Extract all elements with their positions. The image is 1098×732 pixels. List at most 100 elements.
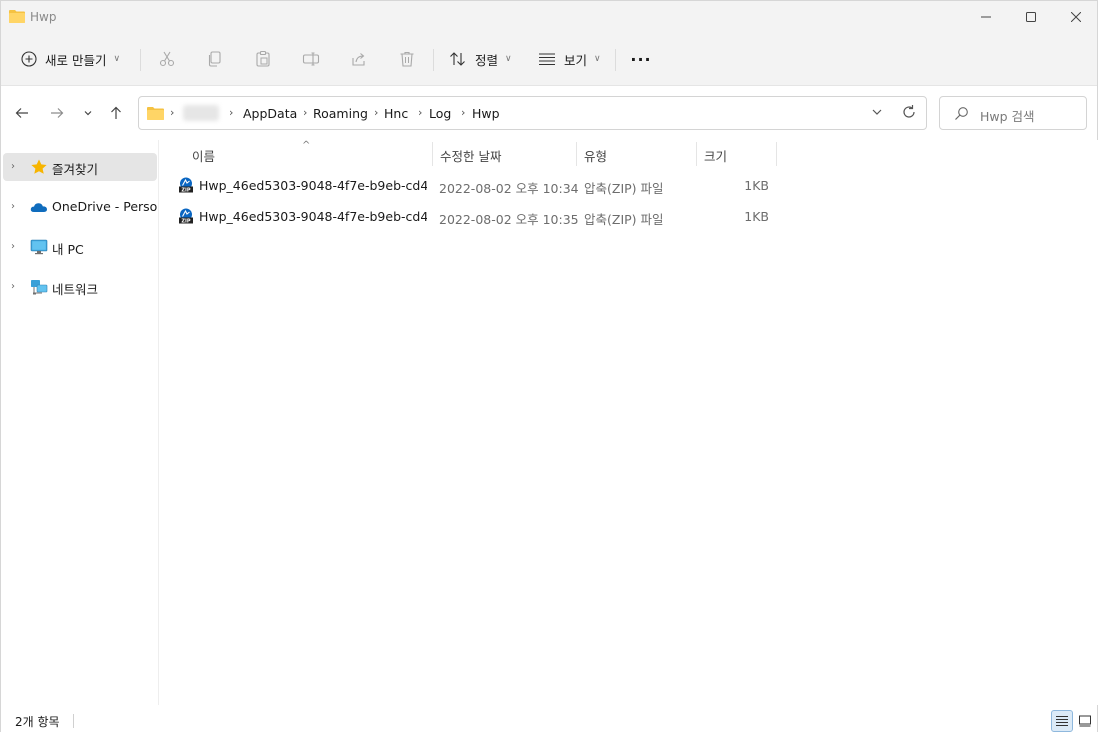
breadcrumb-appdata[interactable]: AppData <box>243 106 297 121</box>
navigation-row: › › AppData › Roaming › Hnc › Log › Hwp … <box>1 86 1097 140</box>
rename-icon <box>302 52 320 66</box>
breadcrumb-separator: › <box>461 106 466 119</box>
chevron-down-icon: ∨ <box>113 54 121 64</box>
sort-icon <box>450 52 465 66</box>
breadcrumb-log[interactable]: Log <box>429 106 451 121</box>
plus-circle-icon <box>21 51 37 67</box>
chevron-right-icon[interactable]: › <box>11 201 15 212</box>
trash-icon <box>400 51 414 67</box>
separator <box>73 714 74 728</box>
column-header-size[interactable]: 크기 <box>697 140 777 166</box>
arrow-left-icon <box>15 108 28 118</box>
chevron-right-icon[interactable]: › <box>11 281 15 292</box>
scissors-icon <box>159 51 175 67</box>
view-button[interactable]: 보기 ∨ <box>538 44 601 74</box>
recent-locations-button[interactable] <box>77 102 99 124</box>
file-type: 압축(ZIP) 파일 <box>584 212 664 227</box>
tiles-view-icon <box>1079 715 1091 727</box>
copy-button[interactable] <box>202 46 228 72</box>
sidebar-item-this-pc[interactable]: › 내 PC <box>3 233 157 261</box>
window-title: Hwp <box>30 10 57 24</box>
monitor-icon <box>30 239 48 255</box>
file-type: 압축(ZIP) 파일 <box>584 181 664 196</box>
chevron-right-icon[interactable]: › <box>11 241 15 252</box>
file-size: 1KB <box>744 178 769 193</box>
up-button[interactable] <box>105 102 127 124</box>
item-count: 2개 항목 <box>15 715 60 729</box>
file-date: 2022-08-02 오후 10:34 <box>439 181 579 196</box>
zip-file-icon: ZIP <box>179 177 193 193</box>
file-row[interactable]: ZIP Hwp_46ed5303-9048-4f7e-b9eb-cd46c...… <box>175 203 777 229</box>
new-button[interactable]: 새로 만들기 ∨ <box>21 44 120 74</box>
separator <box>615 49 616 71</box>
file-date: 2022-08-02 오후 10:35 <box>439 212 579 227</box>
maximize-icon <box>1026 12 1036 22</box>
close-icon <box>1071 12 1081 22</box>
file-size: 1KB <box>744 209 769 224</box>
separator <box>433 49 434 71</box>
file-name: Hwp_46ed5303-9048-4f7e-b9eb-cd46c... <box>199 178 427 193</box>
share-button[interactable] <box>346 46 372 72</box>
search-box[interactable]: Hwp 검색 <box>939 96 1087 130</box>
column-header-date[interactable]: 수정한 날짜 <box>433 140 577 166</box>
delete-button[interactable] <box>394 46 420 72</box>
minimize-icon <box>981 16 991 18</box>
column-header-type[interactable]: 유형 <box>577 140 697 166</box>
breadcrumb-hnc[interactable]: Hnc <box>384 106 408 121</box>
title-bar: Hwp <box>1 1 1097 33</box>
back-button[interactable] <box>11 102 33 124</box>
sidebar-item-favorites[interactable]: › 즐겨찾기 <box>3 153 157 181</box>
svg-text:ZIP: ZIP <box>181 188 190 193</box>
sort-label: 정렬 <box>475 52 499 68</box>
folder-icon <box>9 10 25 23</box>
sidebar-item-network[interactable]: › 네트워크 <box>3 273 157 301</box>
copy-icon <box>208 51 221 67</box>
network-icon <box>31 280 48 295</box>
close-button[interactable] <box>1053 1 1098 33</box>
file-name: Hwp_46ed5303-9048-4f7e-b9eb-cd46c... <box>199 209 427 224</box>
sidebar-item-onedrive[interactable]: › OneDrive - Personal <box>3 193 157 221</box>
chevron-down-icon[interactable] <box>871 106 883 118</box>
address-bar[interactable]: › › AppData › Roaming › Hnc › Log › Hwp <box>138 96 927 130</box>
cloud-icon <box>30 203 47 212</box>
details-view-button[interactable] <box>1051 710 1073 732</box>
large-icons-view-button[interactable] <box>1074 710 1096 732</box>
clipboard-icon <box>256 50 270 67</box>
forward-button[interactable] <box>46 102 68 124</box>
status-bar: 2개 항목 <box>1 705 1097 732</box>
svg-text:ZIP: ZIP <box>181 219 190 224</box>
chevron-right-icon[interactable]: › <box>11 161 15 172</box>
breadcrumb-hwp[interactable]: Hwp <box>472 106 500 121</box>
paste-button[interactable] <box>250 46 276 72</box>
sort-button[interactable]: 정렬 ∨ <box>449 44 512 74</box>
arrow-up-icon <box>111 106 121 119</box>
more-button[interactable]: ··· <box>628 46 654 72</box>
separator <box>140 49 141 71</box>
file-list: ^ 이름 수정한 날짜 유형 크기 ZIP Hwp_46ed5303-9048-… <box>160 140 1098 705</box>
maximize-button[interactable] <box>1008 1 1054 33</box>
chevron-down-icon <box>84 111 92 116</box>
list-view-icon <box>539 53 555 65</box>
column-header-name[interactable]: 이름 <box>185 140 433 166</box>
column-divider[interactable] <box>776 142 777 166</box>
redacted-username <box>183 105 219 121</box>
refresh-icon[interactable] <box>901 104 917 120</box>
zip-file-icon: ZIP <box>179 208 193 224</box>
star-icon <box>31 159 47 174</box>
rename-button[interactable] <box>298 46 324 72</box>
breadcrumb-separator: › <box>170 106 175 119</box>
share-icon <box>352 53 365 66</box>
sidebar-item-label: 네트워크 <box>52 282 99 297</box>
sidebar-item-label: OneDrive - Personal <box>52 199 157 214</box>
file-row[interactable]: ZIP Hwp_46ed5303-9048-4f7e-b9eb-cd46c...… <box>175 172 777 198</box>
breadcrumb-roaming[interactable]: Roaming <box>313 106 368 121</box>
more-icon: ··· <box>630 49 652 69</box>
breadcrumb-separator: › <box>229 106 234 119</box>
cut-button[interactable] <box>154 46 180 72</box>
breadcrumb-separator: › <box>374 106 379 119</box>
new-label: 새로 만들기 <box>45 52 107 68</box>
chevron-down-icon: ∨ <box>505 54 512 64</box>
folder-icon <box>147 107 164 120</box>
minimize-button[interactable] <box>963 1 1009 33</box>
search-placeholder: Hwp 검색 <box>980 109 1035 124</box>
